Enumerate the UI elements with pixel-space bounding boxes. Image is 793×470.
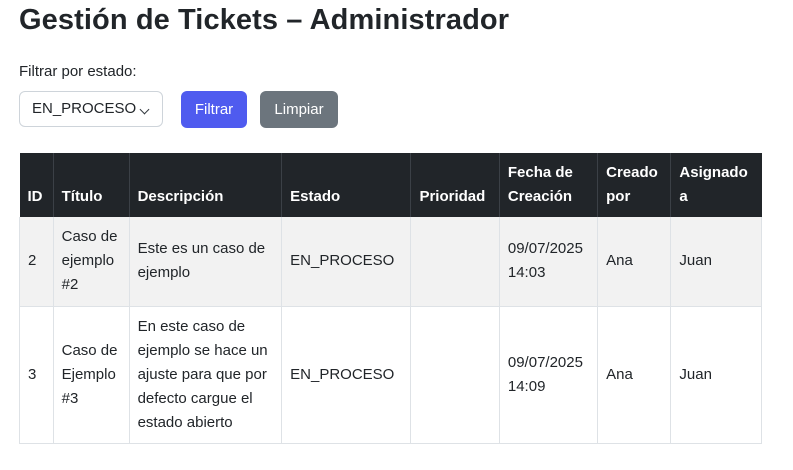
cell-assigned-to: Juan	[670, 306, 762, 444]
filter-label: Filtrar por estado:	[19, 63, 137, 80]
cell-description: En este caso de ejemplo se hace un ajust…	[128, 306, 282, 444]
header-description: Descripción	[128, 153, 282, 217]
page-title: Gestión de Tickets – Administrador	[19, 4, 510, 36]
tickets-table: ID Título Descripción Estado Prioridad F…	[19, 153, 762, 444]
cell-assigned-to: Juan	[670, 217, 762, 307]
header-priority: Prioridad	[410, 153, 500, 217]
table-row: 2 Caso de ejemplo #2 Este es un caso de …	[19, 217, 762, 307]
filter-button[interactable]: Filtrar	[181, 91, 247, 128]
cell-title: Caso de Ejemplo #3	[52, 306, 130, 444]
state-select-value: EN_PROCESO	[32, 100, 137, 117]
cell-id: 3	[19, 306, 54, 444]
page: Gestión de Tickets – Administrador Filtr…	[0, 0, 793, 470]
table-row: 3 Caso de Ejemplo #3 En este caso de eje…	[19, 306, 762, 444]
header-created-date: Fecha de Creación	[498, 153, 598, 217]
cell-id: 2	[19, 217, 54, 307]
cell-state: EN_PROCESO	[281, 306, 411, 444]
header-created-by: Creado por	[597, 153, 671, 217]
cell-description: Este es un caso de ejemplo	[128, 217, 282, 307]
state-select[interactable]: EN_PROCESO	[19, 91, 163, 127]
header-state: Estado	[281, 153, 411, 217]
table-header-row: ID Título Descripción Estado Prioridad F…	[19, 153, 762, 217]
cell-title: Caso de ejemplo #2	[52, 217, 130, 307]
clear-button[interactable]: Limpiar	[260, 91, 338, 128]
header-title: Título	[52, 153, 130, 217]
cell-created-by: Ana	[597, 306, 671, 444]
cell-created-date: 09/07/2025 14:03	[498, 217, 598, 307]
cell-created-date: 09/07/2025 14:09	[498, 306, 598, 444]
header-id: ID	[19, 153, 54, 217]
cell-priority	[410, 306, 500, 444]
cell-state: EN_PROCESO	[281, 217, 411, 307]
header-assigned-to: Asignado a	[670, 153, 762, 217]
cell-created-by: Ana	[597, 217, 671, 307]
cell-priority	[410, 217, 500, 307]
chevron-down-icon	[139, 104, 150, 115]
